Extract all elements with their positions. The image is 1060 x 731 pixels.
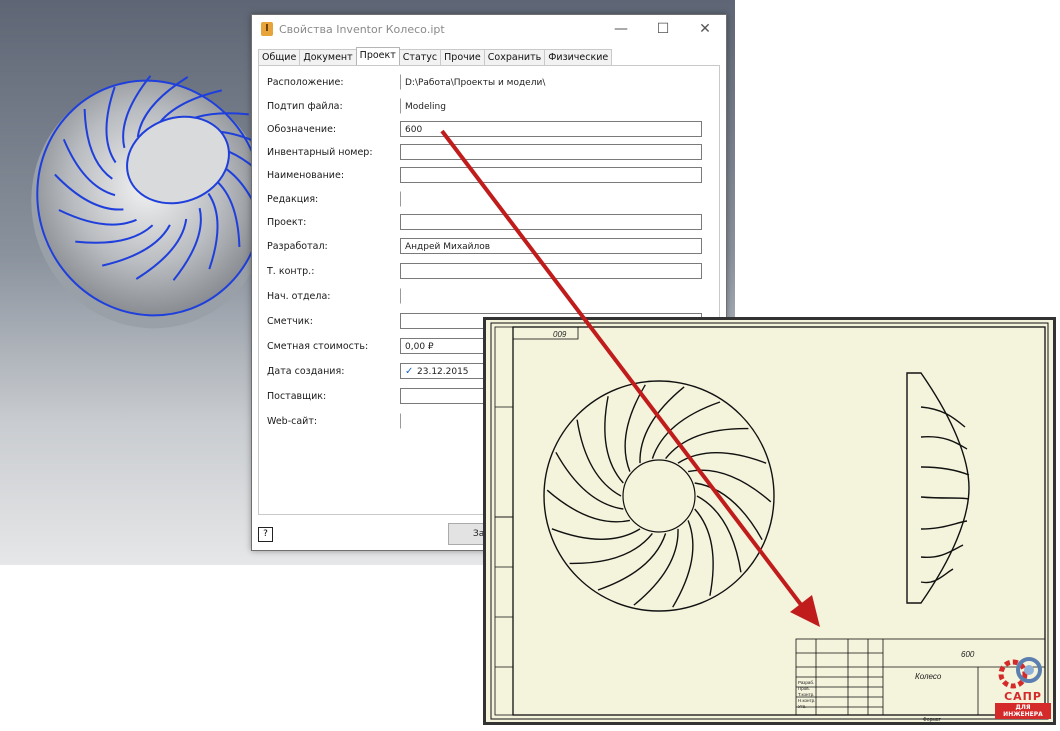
sapr-logo: САПР ДЛЯ ИНЖЕНЕРА [993,654,1053,720]
field-label: Web-сайт: [267,416,318,427]
blade-line [696,495,742,573]
blade-line [672,520,694,608]
logo-subtitle: ДЛЯ ИНЖЕНЕРА [995,703,1051,719]
stamp-row-label: Утв. [798,704,807,709]
checkbox-check-icon[interactable]: ✓ [405,364,415,380]
blade-line [597,533,667,591]
field-label: Сметная стоимость: [267,341,369,352]
blade-line [687,469,772,503]
close-window-button[interactable]: ✕ [684,21,726,37]
stamp-row-label: Н.контр. [798,698,815,703]
field-row-inventory: Инвентарный номер: [267,144,707,162]
field-label: Расположение: [267,77,344,88]
stamp-row-label: Пров. [798,686,810,691]
tech-control-input[interactable] [400,263,702,279]
dialog-title: Свойства Inventor Колесо.ipt [279,22,445,36]
blade-line [604,396,624,484]
field-row-dept-head: Нач. отдела: [267,288,707,306]
field-label: Т. контр.: [267,266,315,277]
minimize-button[interactable]: — [600,21,642,37]
field-label: Проект: [267,217,307,228]
field-label: Наименование: [267,170,345,181]
stamp-row-label: Т.контр. [798,692,814,697]
blade-line [639,386,685,464]
drawing-svg: 009 600 Колесо Разраб. Пров. Т.контр. Н.… [490,322,1049,723]
help-button[interactable]: ? [258,527,273,542]
corner-designation: 009 [553,330,567,339]
logo-name: САПР [1004,690,1042,703]
field-label: Поставщик: [267,391,327,402]
creation-date-value: 23.12.2015 [417,367,469,377]
field-row-project: Проект: [267,214,707,232]
format-label: Формат [923,717,941,723]
field-label: Дата создания: [267,366,345,377]
field-label: Подтип файла: [267,101,343,112]
revision-input[interactable] [400,191,702,207]
blade-line [651,401,721,459]
field-row-subtype: Подтип файла: Modeling [267,98,707,116]
blade-line [677,452,767,464]
tab-project[interactable]: Проект [355,47,400,65]
field-label: Инвентарный номер: [267,147,373,158]
inventory-number-input[interactable] [400,144,702,160]
dept-head-input[interactable] [400,288,702,304]
blade-line [551,528,641,540]
field-row-location: Расположение: D:\Работа\Проекты и модели… [267,74,707,92]
field-row-designer: Разработал: Андрей Михайлов [267,238,707,256]
field-row-revision: Редакция: [267,191,707,209]
field-label: Разработал: [267,241,328,252]
blade-line [576,419,622,497]
project-input[interactable] [400,214,702,230]
subtype-value: Modeling [400,98,702,114]
inventor-app-icon: I [261,22,273,36]
field-row-tech-control: Т. контр.: [267,263,707,281]
gear-logo-icon [998,657,1042,689]
stamp-designation: 600 [961,650,975,659]
drawing-sheet-window[interactable]: 009 600 Колесо Разраб. Пров. Т.контр. Н.… [483,317,1056,725]
field-label: Обозначение: [267,124,337,135]
blade-line [624,384,646,472]
blade-line [694,508,714,596]
designation-input[interactable]: 600 [400,121,702,137]
location-value: D:\Работа\Проекты и модели\ [400,74,702,90]
field-label: Нач. отдела: [267,291,331,302]
part-name: Колесо [915,672,942,681]
maximize-button[interactable]: ☐ [642,21,684,37]
designer-input[interactable]: Андрей Михайлов [400,238,702,254]
field-label: Редакция: [267,194,319,205]
blade-line [546,489,631,523]
field-row-designation: Обозначение: 600 [267,121,707,139]
dialog-titlebar: I Свойства Inventor Колесо.ipt — ☐ ✕ [252,15,726,43]
field-row-name: Наименование: [267,167,707,185]
name-input[interactable] [400,167,702,183]
blade-line [633,528,679,606]
stamp-row-label: Разраб. [798,680,814,685]
field-label: Сметчик: [267,316,313,327]
